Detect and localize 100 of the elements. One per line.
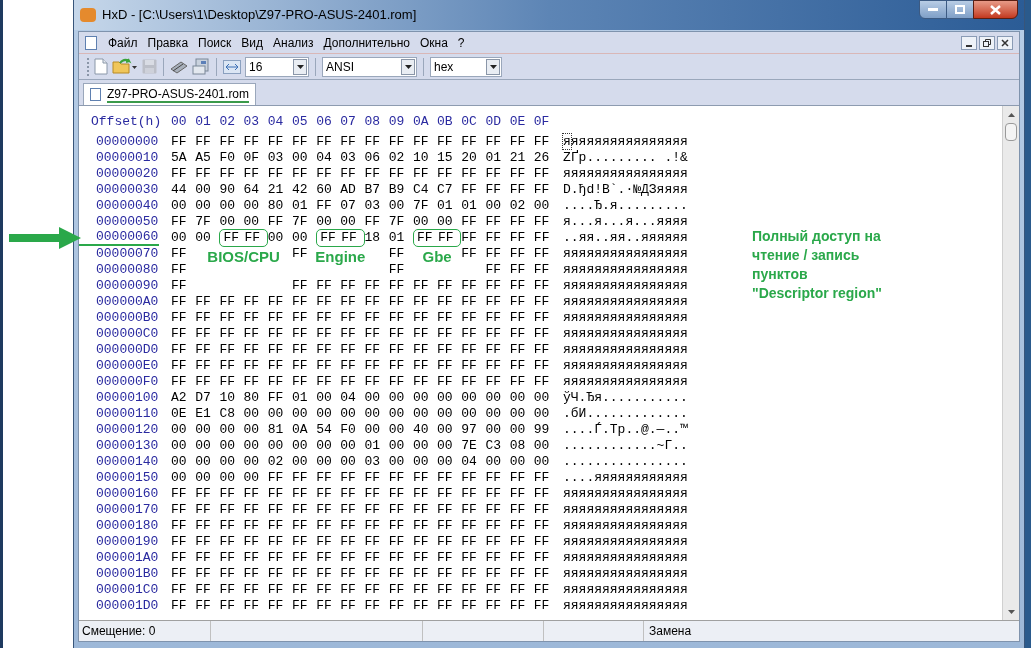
menu-item[interactable]: Поиск xyxy=(193,33,237,52)
hex-cell-text: FF xyxy=(485,342,503,358)
hex-cell-text: 00 xyxy=(509,422,527,438)
hex-cell-text: FF xyxy=(195,486,212,502)
menu-item[interactable]: Правка xyxy=(142,33,194,52)
hex-cell-text: FF xyxy=(461,166,478,182)
hex-cell-text: FF xyxy=(509,310,527,326)
offset-cell-text: 00000100 xyxy=(95,390,159,406)
hex-cell-text: 00 xyxy=(485,422,503,438)
hex-cell-text: 00 xyxy=(243,470,261,486)
menu-item[interactable]: Дополнительно xyxy=(318,33,415,52)
hex-cell-text: FF xyxy=(412,294,430,310)
hex-cell-text: 00 xyxy=(388,390,406,406)
hex-cell-text: FF xyxy=(533,294,551,310)
file-tab[interactable]: Z97-PRO-ASUS-2401.rom xyxy=(83,83,257,105)
hex-cell-text: FF xyxy=(388,470,406,486)
document-icon[interactable] xyxy=(85,35,97,50)
hex-cell-text: 00 xyxy=(485,406,503,422)
hex-cell-text: FF xyxy=(461,502,478,518)
disk-drive-icon[interactable] xyxy=(192,58,210,75)
hex-cell-text: 00 xyxy=(533,406,551,422)
hex-cell-text: 00 xyxy=(219,454,236,470)
close-button[interactable] xyxy=(997,35,1013,50)
menu-item[interactable]: ? xyxy=(452,33,470,52)
hex-cell-text: FF xyxy=(267,294,285,310)
hex-cell-text: 00 xyxy=(195,470,212,486)
hex-cell-text: 01 xyxy=(388,230,406,246)
offset-cell-text: 000000D0 xyxy=(95,342,159,358)
offset-cell-text: 00000010 xyxy=(95,150,159,166)
scroll-thumb[interactable] xyxy=(1005,123,1017,141)
hex-cell-text: 00 xyxy=(485,390,503,406)
hex-cell-text: 00 xyxy=(412,438,430,454)
hex-cell-text: FF xyxy=(388,342,406,358)
hex-cell-text: FF xyxy=(243,566,261,582)
dropdown[interactable]: 16 xyxy=(245,56,309,77)
restore-button[interactable] xyxy=(979,35,995,50)
menu-item[interactable]: Анализ xyxy=(268,33,319,52)
hex-cell-text: 00 xyxy=(243,406,261,422)
document-icon xyxy=(90,88,101,101)
menu-item[interactable]: Вид xyxy=(236,33,269,52)
hex-cell-text: FF xyxy=(533,262,551,278)
hex-cell-text: FF xyxy=(291,166,309,182)
hex-cell-text: FF xyxy=(171,358,188,374)
offset-cell-text: 000000F0 xyxy=(95,374,159,390)
hex-cell-text: FF xyxy=(291,134,309,150)
hex-cell-text: FF xyxy=(412,534,430,550)
hex-cell-text: FF xyxy=(485,246,503,262)
dropdown[interactable]: hex xyxy=(430,56,502,77)
menu-item[interactable]: Окна xyxy=(414,33,453,52)
hex-cell-text: 26 xyxy=(533,150,551,166)
caret-icon xyxy=(404,64,412,69)
hex-cell-text: FF xyxy=(461,550,478,566)
hex-cell-text: 00 xyxy=(364,390,382,406)
text-cell: ....Ђ.я......... xyxy=(563,198,688,214)
hex-cell-text: FF xyxy=(509,486,527,502)
hex-cell-text: FF xyxy=(340,342,357,358)
hex-cell-text: FF xyxy=(437,550,454,566)
dropdown[interactable]: ANSI xyxy=(322,56,417,77)
scrollbar[interactable] xyxy=(1002,106,1019,620)
menu-item[interactable]: Файл xyxy=(103,33,143,52)
maximize-button[interactable] xyxy=(947,0,973,19)
hex-cell-text: FF xyxy=(243,358,261,374)
hex-cell-text: FF xyxy=(316,278,333,294)
width-arrows-icon[interactable] xyxy=(223,59,241,74)
hex-cell-text: A5 xyxy=(195,150,212,166)
hex-cell-text: FF xyxy=(171,598,188,614)
hex-cell-text: FF xyxy=(412,566,430,582)
hex-cell-text: FF xyxy=(243,166,261,182)
hex-cell-text: FF xyxy=(291,278,309,294)
hex-cell-text: FF xyxy=(267,470,285,486)
text-cell: яяяяяяяяяяяяяяяя xyxy=(563,598,688,614)
hex-cell-text: FF xyxy=(412,166,430,182)
hex-cell-text: FF xyxy=(509,518,527,534)
hex-cell-text: FF xyxy=(388,486,406,502)
hex-cell-text: FF xyxy=(485,134,503,150)
hex-cell-text: E1 xyxy=(195,406,212,422)
annotation-label: Engine xyxy=(314,248,367,266)
close-button[interactable] xyxy=(973,0,1018,19)
hex-cell-text: FF xyxy=(195,134,212,150)
hex-cell-text: FF xyxy=(485,294,503,310)
hex-cell-text: 5A xyxy=(171,150,188,166)
hex-cell-text: FF xyxy=(509,182,527,198)
folder-icon[interactable] xyxy=(112,58,138,75)
minimize-button[interactable] xyxy=(961,35,977,50)
hex-cell-text: 21 xyxy=(267,182,285,198)
column-header: 05 xyxy=(291,114,309,130)
minimize-button[interactable] xyxy=(919,0,947,19)
hex-cell-text: FF xyxy=(291,294,309,310)
hex-cell-text: FF xyxy=(219,518,236,534)
text-cell: я...я...я...яяяя xyxy=(563,214,688,230)
hex-cell-text: FF xyxy=(364,326,382,342)
hex-cell-text: 54 xyxy=(316,422,333,438)
hex-cell-text: FF xyxy=(533,550,551,566)
hex-cell-text: FF xyxy=(243,518,261,534)
hex-cell-text: FF xyxy=(219,598,236,614)
hex-cell-text: 44 xyxy=(171,182,188,198)
hex-cell-text: 02 xyxy=(267,454,285,470)
hex-cell-text: FF xyxy=(485,182,503,198)
hex-cell-text: FF xyxy=(509,262,527,278)
hex-cell-text: FF xyxy=(316,502,333,518)
